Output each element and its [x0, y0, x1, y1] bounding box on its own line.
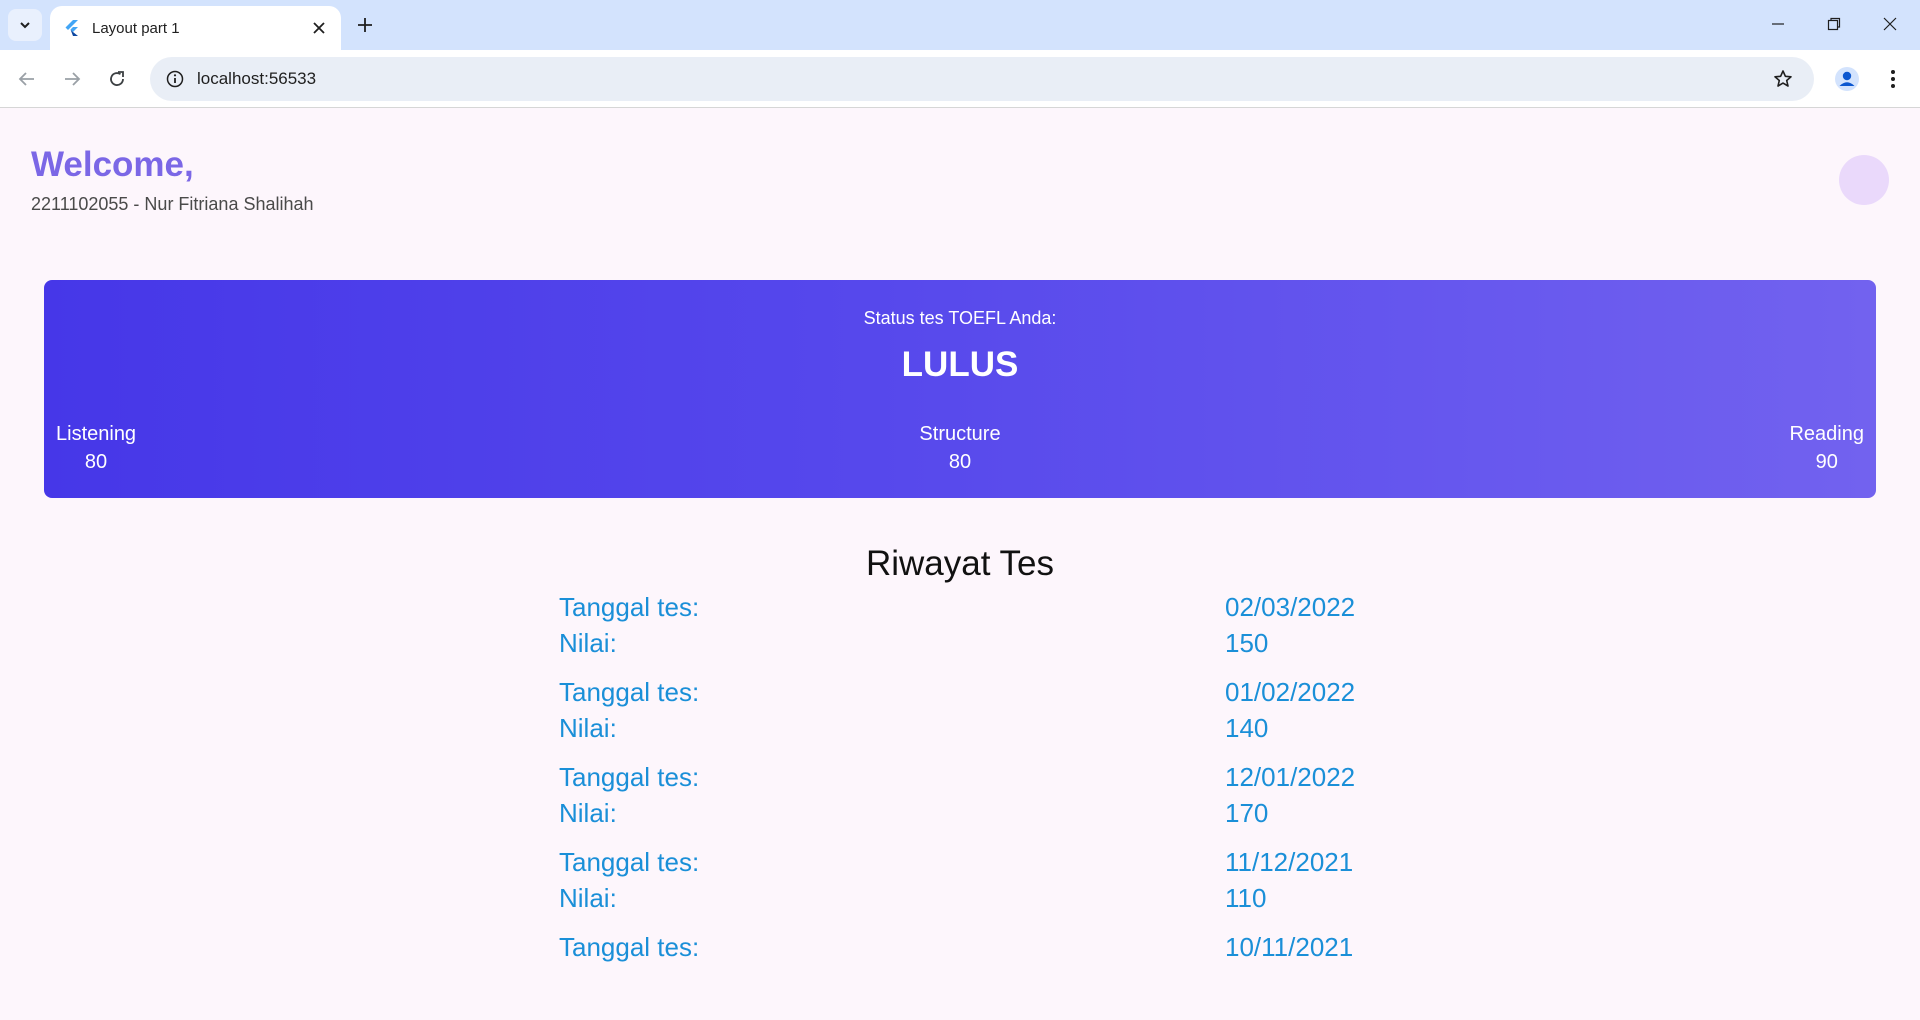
score-value: 90	[1815, 451, 1838, 473]
window-close-button[interactable]	[1862, 0, 1918, 48]
score-row: Nilai: 170	[559, 798, 1359, 834]
chevron-down-icon	[20, 22, 30, 29]
date-label: Tanggal tes:	[559, 677, 700, 707]
date-label: Tanggal tes:	[559, 847, 700, 877]
score-row: Nilai: 140	[559, 713, 1359, 749]
browser-tab-strip: Layout part 1	[0, 0, 1920, 50]
reload-icon	[110, 71, 124, 86]
close-icon	[1883, 17, 1897, 31]
score-label: Nilai:	[559, 883, 617, 913]
date-row: Tanggal tes: 01/02/2022	[559, 677, 1359, 713]
date-value: 10/11/2021	[1225, 932, 1354, 962]
more-vertical-icon	[1891, 70, 1895, 88]
history-entry: Tanggal tes: 11/12/2021 Nilai: 110	[559, 847, 1359, 932]
history-entry: Tanggal tes: 10/11/2021	[559, 932, 1359, 1017]
new-tab-button[interactable]	[350, 10, 380, 40]
date-row: Tanggal tes: 12/01/2022	[559, 762, 1359, 798]
score-value: 140	[1225, 713, 1269, 743]
flutter-icon	[64, 20, 80, 36]
profile-icon	[1835, 67, 1859, 91]
profile-button[interactable]	[1830, 62, 1864, 96]
minimize-icon	[1772, 23, 1784, 25]
history-entry: Tanggal tes: 02/03/2022 Nilai: 150	[559, 592, 1359, 677]
site-info-icon[interactable]	[159, 63, 191, 95]
toefl-status-card: Status tes TOEFL Anda: LULUS Listening 8…	[44, 280, 1876, 498]
tab-search-button[interactable]	[8, 9, 42, 41]
date-label: Tanggal tes:	[559, 762, 700, 792]
date-label: Tanggal tes:	[559, 592, 700, 622]
score-label: Nilai:	[559, 798, 617, 828]
forward-button[interactable]	[55, 62, 89, 96]
close-icon	[313, 22, 325, 34]
avatar[interactable]	[1839, 155, 1889, 205]
restore-button[interactable]	[1806, 0, 1862, 48]
score-structure: Structure 80	[44, 420, 1876, 476]
date-value: 11/12/2021	[1225, 847, 1354, 877]
tab-close-button[interactable]	[305, 14, 333, 42]
arrow-right-icon	[65, 72, 81, 86]
date-row: Tanggal tes: 02/03/2022	[559, 592, 1359, 628]
history-entry: Tanggal tes: 12/01/2022 Nilai: 170	[559, 762, 1359, 847]
date-row: Tanggal tes: 10/11/2021	[559, 932, 1359, 968]
date-value: 12/01/2022	[1225, 762, 1356, 792]
score-value: 110	[1225, 883, 1267, 913]
history-entry: Tanggal tes: 01/02/2022 Nilai: 140	[559, 677, 1359, 762]
score-value: 170	[1225, 798, 1269, 828]
history-list: Tanggal tes: 02/03/2022 Nilai: 150 Tangg…	[559, 592, 1359, 1017]
score-name: Reading	[1789, 423, 1864, 445]
score-name: Structure	[919, 423, 1001, 445]
score-label: Nilai:	[559, 713, 617, 743]
bookmark-star-icon[interactable]	[1766, 62, 1800, 96]
score-reading: Reading 90	[1789, 420, 1864, 476]
score-label: Nilai:	[559, 628, 617, 658]
score-row: Nilai: 110	[559, 883, 1359, 919]
restore-icon	[1827, 17, 1841, 31]
status-value: LULUS	[901, 345, 1019, 384]
status-label: Status tes TOEFL Anda:	[863, 308, 1057, 328]
browser-menu-button[interactable]	[1876, 62, 1910, 96]
browser-toolbar: localhost:56533	[0, 50, 1920, 108]
student-id-name: 2211102055 - Nur Fitriana Shalihah	[31, 194, 314, 214]
date-row: Tanggal tes: 11/12/2021	[559, 847, 1359, 883]
history-title: Riwayat Tes	[865, 544, 1055, 583]
address-bar[interactable]: localhost:56533	[150, 57, 1814, 101]
back-button[interactable]	[10, 62, 44, 96]
active-tab[interactable]: Layout part 1	[50, 6, 341, 50]
minimize-button[interactable]	[1750, 0, 1806, 48]
plus-icon	[358, 18, 372, 32]
date-value: 01/02/2022	[1225, 677, 1356, 707]
welcome-heading: Welcome,	[31, 145, 194, 184]
arrow-left-icon	[18, 72, 34, 86]
reload-button[interactable]	[100, 62, 134, 96]
date-value: 02/03/2022	[1225, 592, 1356, 622]
tab-title: Layout part 1	[92, 19, 180, 37]
url-text[interactable]: localhost:56533	[197, 69, 1766, 89]
score-value: 150	[1225, 628, 1269, 658]
score-row: Nilai: 150	[559, 628, 1359, 664]
date-label: Tanggal tes:	[559, 932, 700, 962]
score-value: 80	[948, 451, 972, 473]
